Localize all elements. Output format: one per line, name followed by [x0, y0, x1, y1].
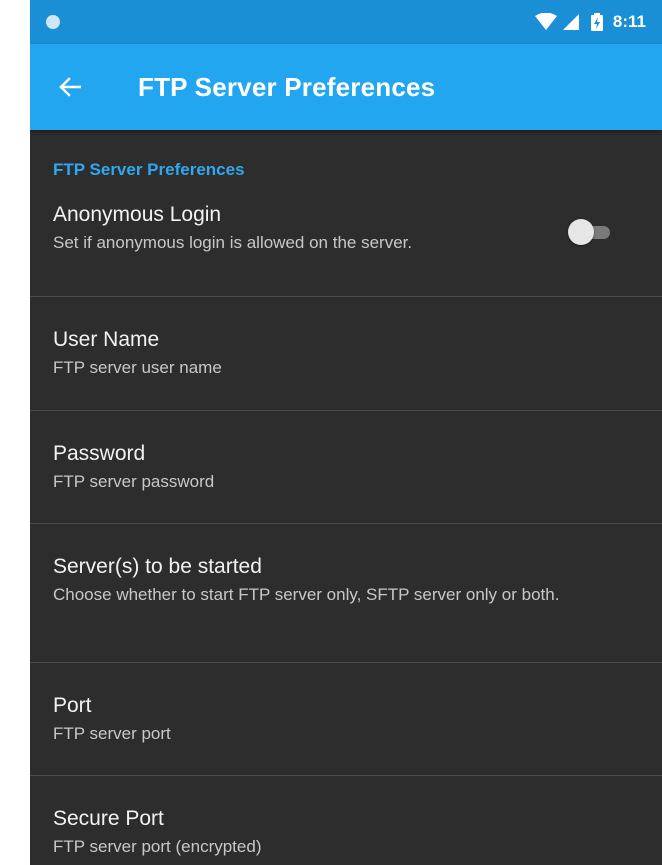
pref-summary: Set if anonymous login is allowed on the…	[53, 233, 413, 252]
arrow-left-icon	[59, 77, 81, 97]
preferences-list: FTP Server Preferences Anonymous Login S…	[30, 130, 662, 865]
pref-summary: FTP server port	[53, 724, 171, 743]
pref-title: User Name	[53, 328, 160, 351]
pref-title: Secure Port	[53, 807, 164, 830]
pref-user-name[interactable]: User Name FTP server user name	[30, 297, 662, 411]
page-title: FTP Server Preferences	[138, 71, 436, 102]
pref-summary: FTP server password	[53, 472, 215, 491]
back-button[interactable]	[52, 69, 88, 105]
status-bar: 8:11	[30, 0, 662, 44]
status-left	[46, 15, 60, 29]
pref-title: Port	[53, 694, 92, 717]
wifi-icon	[534, 13, 557, 30]
pref-title: Password	[53, 442, 146, 465]
pref-servers-to-start[interactable]: Server(s) to be started Choose whether t…	[30, 524, 662, 663]
status-right: 8:11	[534, 12, 646, 32]
pref-title: Server(s) to be started	[53, 555, 262, 578]
pref-secure-port[interactable]: Secure Port FTP server port (encrypted)	[30, 776, 662, 865]
status-time: 8:11	[612, 12, 646, 31]
signal-icon	[562, 14, 579, 30]
pref-summary: FTP server user name	[53, 358, 222, 377]
phone-screen: 8:11 FTP Server Preferences FTP Server P…	[30, 0, 662, 865]
pref-summary: Choose whether to start FTP server only,…	[53, 585, 560, 604]
toggle-thumb	[568, 219, 594, 245]
pref-port[interactable]: Port FTP server port	[30, 663, 662, 776]
pref-title: Anonymous Login	[53, 203, 222, 226]
anonymous-login-toggle[interactable]	[568, 219, 612, 245]
pref-anonymous-login[interactable]: Anonymous Login Set if anonymous login i…	[30, 186, 662, 297]
battery-charging-icon	[590, 13, 603, 31]
pref-summary: FTP server port (encrypted)	[53, 837, 262, 856]
notification-dot-icon	[46, 15, 60, 29]
category-header: FTP Server Preferences	[53, 160, 245, 179]
app-bar: FTP Server Preferences	[30, 44, 662, 130]
pref-password[interactable]: Password FTP server password	[30, 411, 662, 524]
